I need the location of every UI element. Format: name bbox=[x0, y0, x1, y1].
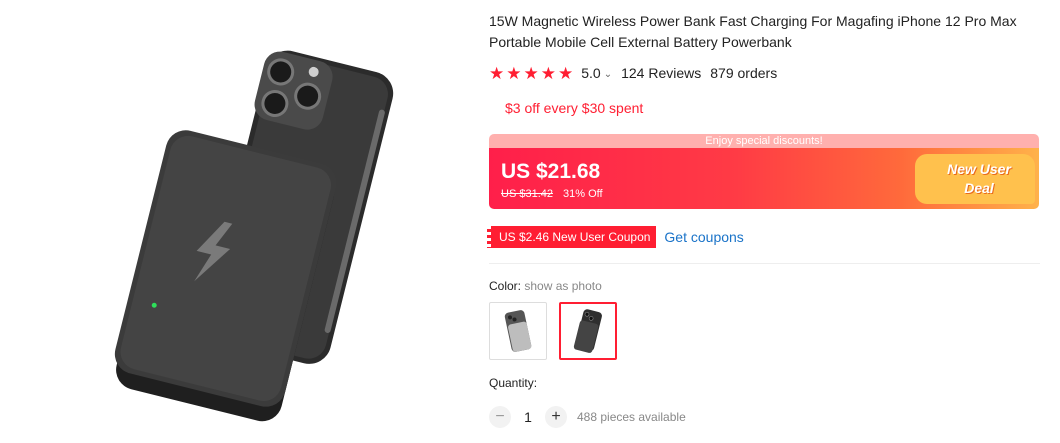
pieces-available: 488 pieces available bbox=[577, 410, 686, 424]
rating-value[interactable]: 5.0 bbox=[581, 65, 600, 81]
rating-stars: ★ ★ ★ ★ ★ bbox=[489, 65, 573, 82]
silver-gray-power-bank-thumbnail bbox=[504, 310, 532, 352]
price-banner: Enjoy special discounts! US $21.68 US $3… bbox=[489, 134, 1039, 209]
product-info: 15W Magnetic Wireless Power Bank Fast Ch… bbox=[486, 0, 1040, 443]
deal-line-2: Deal bbox=[964, 180, 994, 196]
quantity-increase-button[interactable]: + bbox=[545, 406, 567, 428]
quantity-decrease-button[interactable]: − bbox=[489, 406, 511, 428]
reviews-count[interactable]: 124 Reviews bbox=[621, 65, 701, 81]
product-title: 15W Magnetic Wireless Power Bank Fast Ch… bbox=[489, 13, 1017, 50]
quantity-label: Quantity: bbox=[489, 376, 538, 390]
store-promo[interactable]: $3 off every $30 spent bbox=[505, 100, 643, 116]
star-icon: ★ bbox=[523, 63, 539, 83]
new-user-deal-badge: New User Deal bbox=[889, 148, 1039, 209]
rating-row: ★ ★ ★ ★ ★ 5.0 ⌄ 124 Reviews 879 orders bbox=[489, 63, 777, 83]
star-icon: ★ bbox=[489, 63, 505, 83]
color-label-text: Color: bbox=[489, 279, 522, 293]
power-bank-phone-image bbox=[114, 50, 394, 422]
current-price: US $21.68 bbox=[501, 160, 601, 183]
star-icon: ★ bbox=[506, 63, 522, 83]
price-panel: US $21.68 US $31.42 31% Off New User Dea… bbox=[489, 148, 1039, 209]
original-price: US $31.42 bbox=[501, 188, 553, 200]
product-image[interactable] bbox=[0, 0, 470, 443]
quantity-input[interactable]: 1 bbox=[511, 409, 545, 425]
divider bbox=[489, 263, 1040, 264]
color-option-black[interactable] bbox=[559, 302, 617, 360]
discount-percent: 31% Off bbox=[563, 188, 603, 200]
black-power-bank-thumbnail bbox=[573, 309, 602, 353]
star-icon: ★ bbox=[558, 63, 574, 83]
deal-text: New User Deal bbox=[929, 160, 1029, 198]
color-label: Color: show as photo bbox=[489, 279, 602, 293]
color-swatches bbox=[489, 302, 617, 360]
new-user-coupon-tag: US $2.46 New User Coupon bbox=[486, 226, 657, 248]
star-icon: ★ bbox=[540, 63, 556, 83]
quantity-stepper: − 1 + 488 pieces available bbox=[489, 405, 686, 429]
discount-notice: Enjoy special discounts! bbox=[489, 134, 1039, 148]
deal-line-1: New User bbox=[947, 161, 1011, 177]
color-hint: show as photo bbox=[524, 279, 602, 293]
chevron-down-icon[interactable]: ⌄ bbox=[604, 69, 612, 80]
orders-count: 879 orders bbox=[710, 65, 778, 81]
color-option-silver-gray[interactable] bbox=[489, 302, 547, 360]
get-coupons-link[interactable]: Get coupons bbox=[664, 229, 743, 245]
coupon-row: US $2.46 New User Coupon Get coupons bbox=[486, 226, 744, 248]
